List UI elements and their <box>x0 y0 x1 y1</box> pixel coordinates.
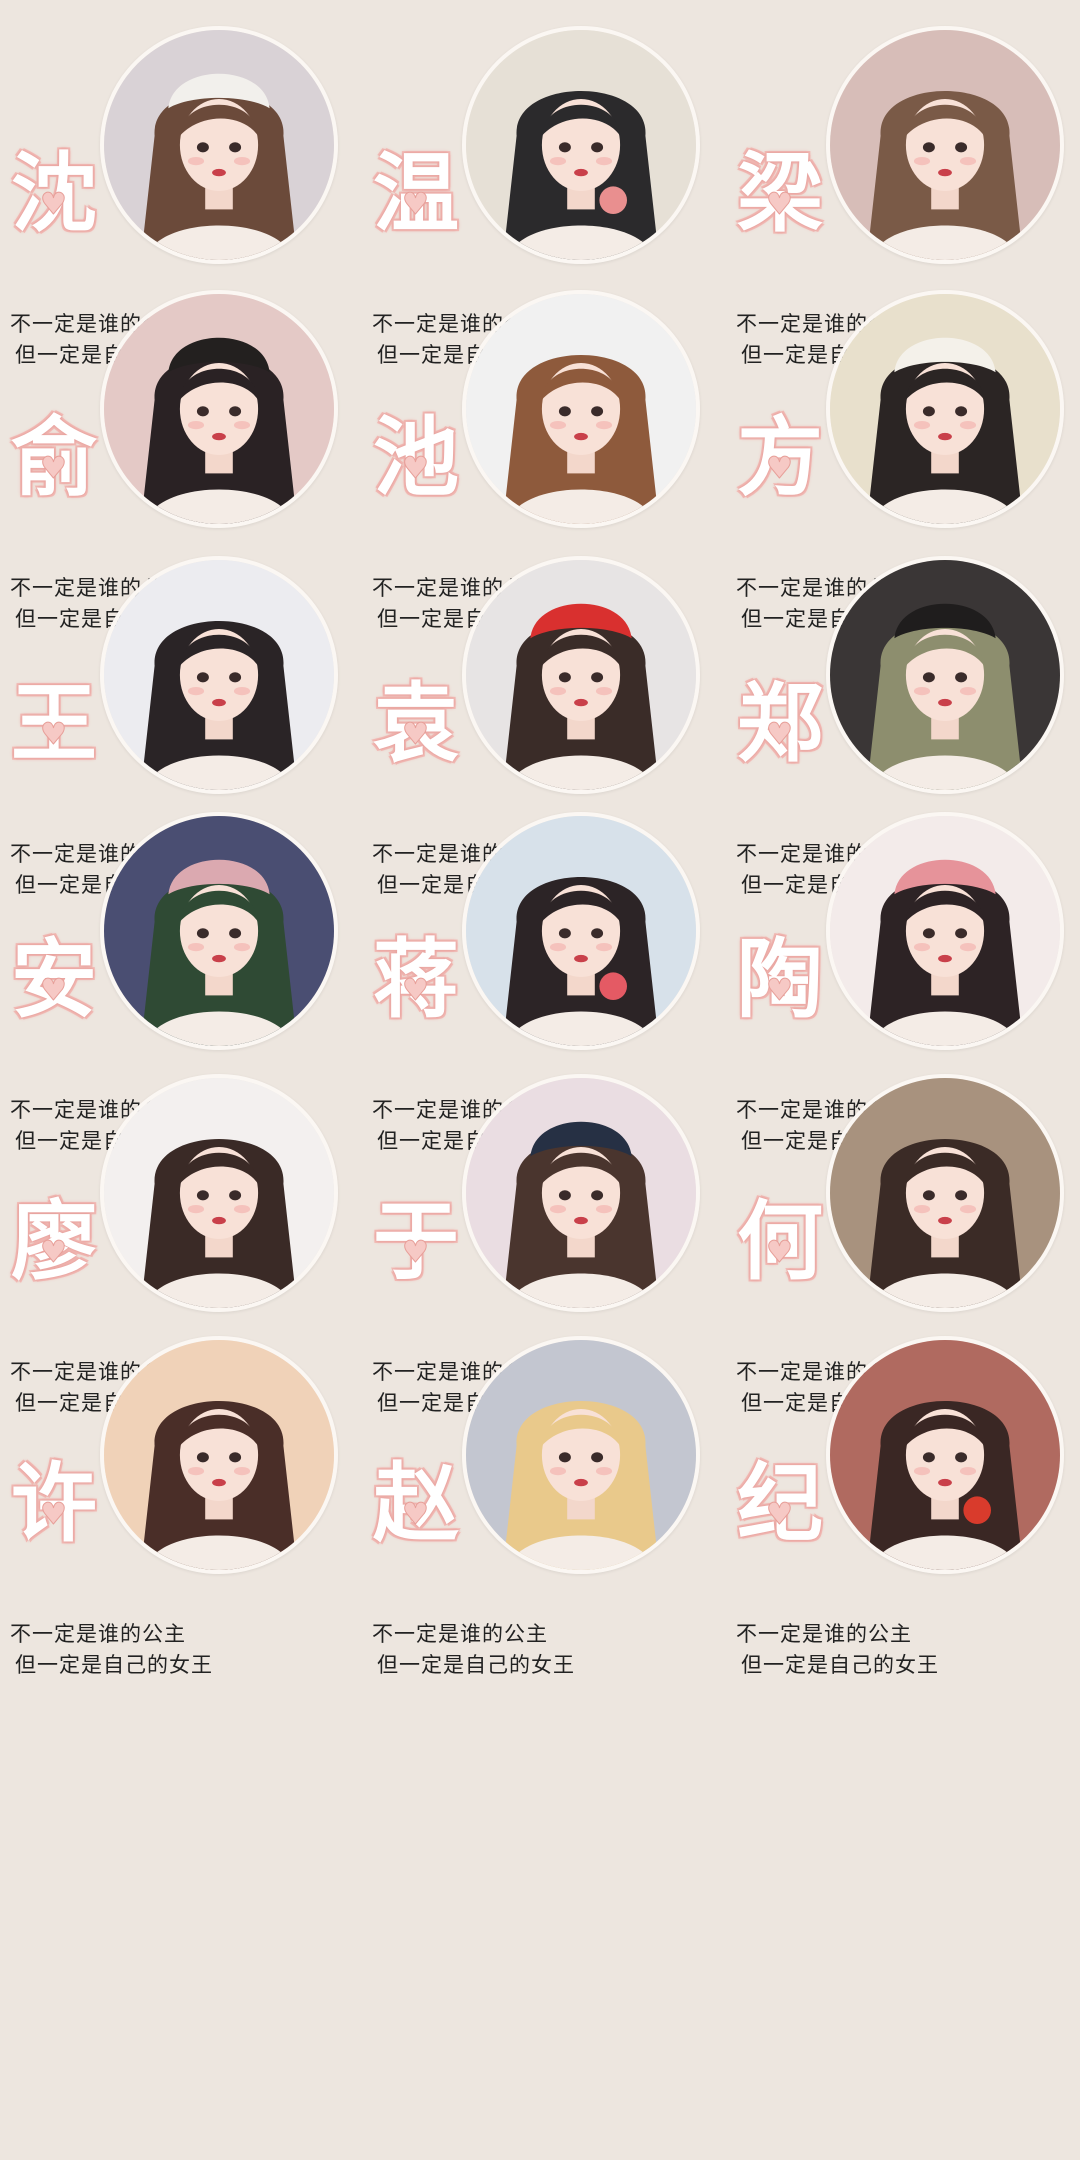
avatar-image[interactable] <box>100 1336 338 1574</box>
heart-icon: ♥ <box>766 187 794 222</box>
portrait-illustration <box>104 1078 334 1308</box>
heart-icon: ♥ <box>402 1235 430 1270</box>
heart-icon: ♥ <box>402 1497 430 1532</box>
portrait-illustration <box>466 1078 696 1308</box>
portrait-illustration <box>104 1340 334 1570</box>
avatar-image[interactable] <box>100 1074 338 1312</box>
heart-icon: ♥ <box>402 451 430 486</box>
avatar-image[interactable] <box>100 290 338 528</box>
avatar-card[interactable]: 赵 ♥ 不一定是谁的公主 但一定是自己的女王 <box>362 1332 722 1696</box>
heart-icon: ♥ <box>766 1235 794 1270</box>
avatar-card[interactable]: 许 ♥ 不一定是谁的公主 但一定是自己的女王 <box>0 1332 360 1696</box>
avatar-image[interactable] <box>462 26 700 264</box>
portrait-illustration <box>830 816 1060 1046</box>
avatar-image[interactable] <box>826 1074 1064 1312</box>
heart-icon: ♥ <box>40 451 68 486</box>
portrait-illustration <box>830 30 1060 260</box>
avatar-image[interactable] <box>826 812 1064 1050</box>
heart-icon: ♥ <box>402 187 430 222</box>
avatar-image[interactable] <box>100 26 338 264</box>
avatar-image[interactable] <box>826 1336 1064 1574</box>
portrait-illustration <box>830 294 1060 524</box>
avatar-image[interactable] <box>826 26 1064 264</box>
avatar-image[interactable] <box>826 556 1064 794</box>
heart-icon: ♥ <box>40 187 68 222</box>
avatar-image[interactable] <box>826 290 1064 528</box>
avatar-image[interactable] <box>462 1074 700 1312</box>
avatar-image[interactable] <box>462 290 700 528</box>
heart-icon: ♥ <box>766 1497 794 1532</box>
heart-icon: ♥ <box>766 451 794 486</box>
portrait-illustration <box>830 560 1060 790</box>
portrait-illustration <box>466 560 696 790</box>
heart-icon: ♥ <box>766 717 794 752</box>
portrait-illustration <box>104 816 334 1046</box>
portrait-illustration <box>466 30 696 260</box>
caption-line-2: 但一定是自己的女王 <box>15 1653 213 1677</box>
avatar-image[interactable] <box>100 556 338 794</box>
heart-icon: ♥ <box>40 1497 68 1532</box>
portrait-illustration <box>104 560 334 790</box>
portrait-illustration <box>466 816 696 1046</box>
heart-icon: ♥ <box>766 973 794 1008</box>
heart-icon: ♥ <box>402 973 430 1008</box>
avatar-card[interactable]: 纪 ♥ 不一定是谁的公主 但一定是自己的女王 <box>726 1332 1080 1696</box>
heart-icon: ♥ <box>40 717 68 752</box>
avatar-image[interactable] <box>462 812 700 1050</box>
avatar-image[interactable] <box>462 1336 700 1574</box>
heart-icon: ♥ <box>40 1235 68 1270</box>
avatar-image[interactable] <box>100 812 338 1050</box>
heart-icon: ♥ <box>402 717 430 752</box>
portrait-illustration <box>466 294 696 524</box>
caption-line-1: 不一定是谁的公主 <box>736 1622 912 1646</box>
portrait-illustration <box>830 1340 1060 1570</box>
caption-line-1: 不一定是谁的公主 <box>372 1622 548 1646</box>
portrait-illustration <box>830 1078 1060 1308</box>
avatar-image[interactable] <box>462 556 700 794</box>
caption-line-1: 不一定是谁的公主 <box>10 1622 186 1646</box>
heart-icon: ♥ <box>40 973 68 1008</box>
caption-line-2: 但一定是自己的女王 <box>377 1653 575 1677</box>
avatar-grid: 沈 ♥ 不一定是谁的公主 但一定是自己的女王温 ♥ 不一定是谁的公主 但一定是自己的女王梁 ♥… <box>0 0 1080 2160</box>
portrait-illustration <box>104 294 334 524</box>
caption-line-2: 但一定是自己的女王 <box>741 1653 939 1677</box>
portrait-illustration <box>466 1340 696 1570</box>
portrait-illustration <box>104 30 334 260</box>
